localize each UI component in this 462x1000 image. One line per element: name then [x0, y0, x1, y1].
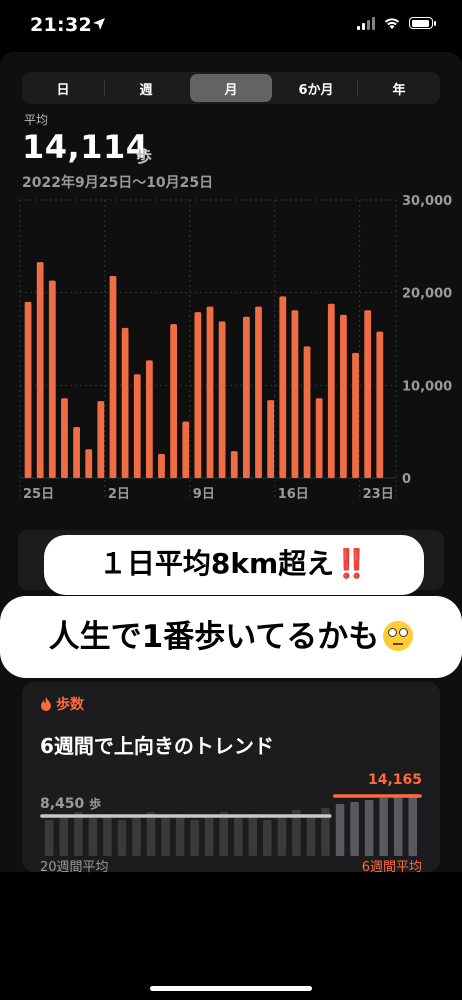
trend-bar — [393, 796, 403, 856]
step-bar[interactable] — [182, 421, 190, 478]
step-bar[interactable] — [36, 262, 44, 478]
trend-bar — [263, 820, 272, 856]
y-tick-label: 30,000 — [402, 194, 452, 209]
trend-left-value: 8,450 歩 — [40, 795, 101, 812]
home-indicator[interactable] — [150, 986, 312, 991]
trend-bar — [161, 818, 170, 856]
date-range: 2022年9月25日〜10月25日 — [22, 175, 214, 191]
step-bar[interactable] — [145, 360, 153, 478]
trend-bar — [364, 800, 374, 856]
step-bar[interactable] — [376, 331, 384, 478]
caption-line-1-text: １日平均8km超え — [98, 547, 335, 580]
step-bar[interactable] — [24, 301, 32, 478]
step-bar[interactable] — [170, 324, 178, 478]
trend-category: 歩数 — [40, 694, 84, 714]
y-tick-label: 0 — [402, 472, 411, 487]
trend-left-caption: 20週間平均 — [40, 860, 109, 875]
step-bar[interactable] — [218, 321, 226, 478]
segment-month[interactable]: 月 — [190, 74, 272, 102]
location-arrow-icon — [92, 16, 106, 35]
trend-title: 6週間で上向きのトレンド — [40, 734, 274, 758]
double-exclamation-icon: ‼️ — [334, 547, 370, 580]
trend-bar — [190, 820, 199, 856]
trend-left-unit: 歩 — [89, 797, 102, 811]
segment-day[interactable]: 日 — [22, 72, 104, 104]
step-bar[interactable] — [315, 398, 323, 478]
x-tick-label: 9日 — [193, 487, 215, 502]
eye-roll-emoji-icon — [383, 621, 414, 651]
wifi-icon — [384, 18, 400, 29]
step-bar[interactable] — [364, 310, 372, 478]
step-bar[interactable] — [242, 316, 250, 478]
trend-bar — [74, 812, 83, 856]
trend-bar — [204, 816, 214, 856]
flame-icon — [41, 697, 51, 711]
segment-week[interactable]: 週 — [105, 72, 187, 104]
step-bar[interactable] — [340, 314, 347, 478]
step-bar[interactable] — [267, 400, 275, 478]
trend-bar — [219, 812, 228, 856]
step-bar[interactable] — [194, 312, 202, 478]
trend-bar — [103, 814, 112, 856]
trend-bar — [277, 816, 287, 856]
step-bar[interactable] — [85, 449, 93, 478]
average-label: 平均 — [24, 113, 49, 127]
average-value: 14,114 — [22, 128, 149, 166]
trend-bar — [234, 818, 243, 856]
trend-right-caption: 6週間平均 — [361, 860, 422, 875]
trend-bar — [379, 798, 388, 856]
step-bar[interactable] — [255, 306, 262, 478]
trend-bar — [248, 814, 258, 856]
trend-right-value: 14,165 — [367, 772, 422, 788]
y-tick-label: 20,000 — [402, 287, 452, 302]
step-bar[interactable] — [230, 451, 238, 478]
step-bar[interactable] — [61, 398, 68, 478]
trend-bar — [117, 820, 127, 856]
trend-bar — [306, 814, 316, 856]
average-unit: 歩 — [136, 147, 153, 166]
step-bar[interactable] — [291, 310, 299, 478]
x-tick-label: 2日 — [108, 487, 130, 502]
segment-six-months[interactable]: 6か月 — [275, 72, 357, 104]
x-tick-label: 16日 — [278, 487, 309, 502]
step-bar[interactable] — [48, 280, 56, 478]
battery-icon — [409, 17, 433, 29]
caption-line-2-text: 人生で1番歩いてるかも — [48, 619, 380, 655]
trend-left-number: 8,450 — [40, 796, 85, 812]
status-time: 21:32 — [30, 14, 92, 36]
trend-bar — [88, 818, 98, 856]
x-tick-label: 25日 — [23, 487, 54, 502]
status-indicators — [357, 16, 436, 30]
trend-bar — [132, 816, 141, 856]
trend-bar — [350, 802, 359, 856]
trend-bar — [408, 794, 417, 856]
period-segmented-control: 日 週 月 6か月 年 — [22, 72, 440, 104]
trend-bar — [45, 820, 54, 856]
step-bar[interactable] — [73, 427, 80, 478]
trend-bar — [335, 804, 345, 856]
segment-year[interactable]: 年 — [358, 72, 440, 104]
step-bar[interactable] — [352, 352, 359, 478]
x-tick-label: 23日 — [363, 487, 394, 502]
step-bar[interactable] — [121, 327, 129, 478]
step-bar[interactable] — [133, 374, 141, 478]
caption-line-1: １日平均8km超え‼️ — [44, 540, 424, 588]
trend-bar — [146, 812, 156, 856]
step-bar[interactable] — [327, 303, 335, 478]
step-bar[interactable] — [303, 346, 311, 478]
trend-bar — [175, 814, 185, 856]
step-bar[interactable] — [109, 275, 117, 478]
step-bar[interactable] — [97, 401, 105, 478]
steps-bar-chart[interactable]: 30,000 20,000 10,000 0 25日 2日 9日 16日 23日 — [0, 190, 462, 510]
trend-category-label: 歩数 — [56, 697, 84, 713]
step-bar[interactable] — [279, 296, 287, 478]
trend-bar — [59, 816, 69, 856]
step-bar[interactable] — [206, 306, 214, 478]
step-bar[interactable] — [158, 453, 165, 478]
caption-line-2: 人生で1番歩いてるかも — [0, 606, 462, 668]
y-tick-label: 10,000 — [402, 379, 452, 394]
cellular-signal-icon — [357, 16, 375, 30]
